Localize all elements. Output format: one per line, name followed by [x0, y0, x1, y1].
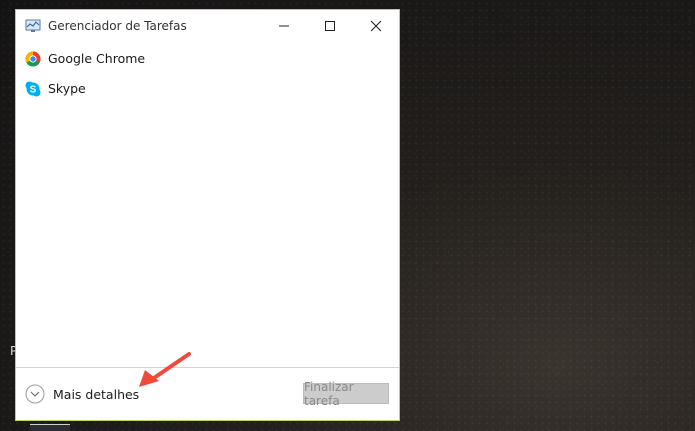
app-list: Google Chrome S Skype: [16, 44, 399, 104]
skype-icon: S: [25, 81, 41, 97]
task-manager-window: Gerenciador de Tarefas Google Chrome S S…: [15, 9, 400, 421]
footer: Mais detalhes Finalizar tarefa: [16, 367, 399, 420]
list-item-google-chrome[interactable]: Google Chrome: [16, 44, 399, 74]
chrome-icon: [25, 51, 41, 67]
minimize-button[interactable]: [261, 10, 307, 42]
end-task-button[interactable]: Finalizar tarefa: [303, 380, 389, 408]
close-icon: [370, 20, 382, 32]
window-title: Gerenciador de Tarefas: [48, 19, 187, 33]
more-details-button[interactable]: Mais detalhes: [25, 383, 139, 405]
title-bar[interactable]: Gerenciador de Tarefas: [16, 10, 399, 42]
desktop-item-fragment: [30, 424, 70, 431]
minimize-icon: [279, 25, 289, 27]
more-details-label: Mais detalhes: [53, 386, 140, 402]
app-label: Skype: [48, 81, 86, 96]
chevron-down-icon: [25, 384, 45, 404]
svg-text:S: S: [30, 85, 37, 96]
task-manager-icon: [25, 19, 41, 32]
list-item-skype[interactable]: S Skype: [16, 74, 399, 104]
app-label: Google Chrome: [48, 51, 146, 66]
red-arrow-annotation: [139, 352, 191, 387]
maximize-icon: [325, 21, 335, 31]
close-button[interactable]: [353, 10, 399, 42]
maximize-button[interactable]: [307, 10, 353, 42]
